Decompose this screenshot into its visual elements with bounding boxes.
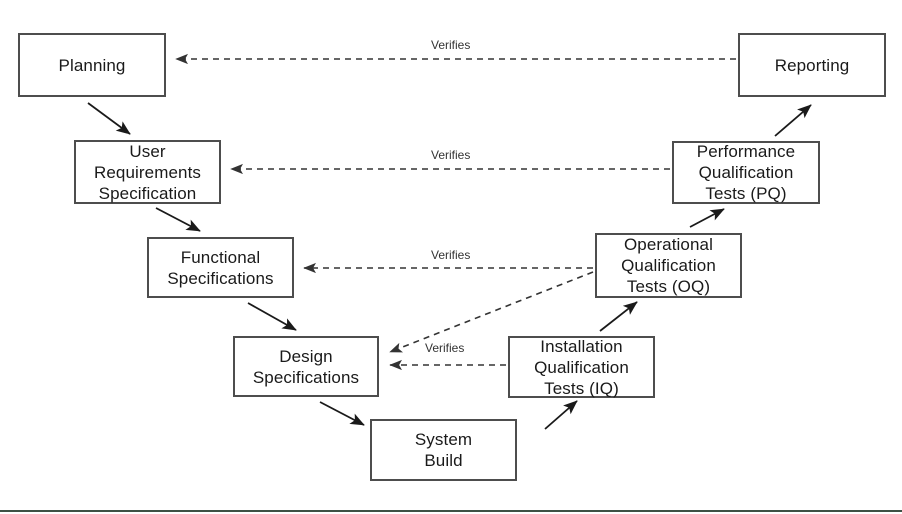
edge-label-verifies-iq-ds: Verifies: [422, 341, 468, 355]
node-performance-qualification-tests[interactable]: Performance Qualification Tests (PQ): [672, 141, 820, 204]
arrow-ds-to-build: [319, 401, 365, 426]
arrow-pq-to-reporting: [774, 104, 812, 137]
node-reporting-label: Reporting: [774, 55, 850, 75]
node-operational-qualification-tests-label: Operational Qualification Tests (OQ): [621, 235, 716, 296]
node-design-specifications[interactable]: Design Specifications: [233, 336, 379, 397]
edge-label-verifies-pq-urs: Verifies: [428, 148, 474, 162]
node-performance-qualification-tests-label: Performance Qualification Tests (PQ): [696, 142, 796, 203]
node-installation-qualification-tests-label: Installation Qualification Tests (IQ): [534, 336, 629, 398]
node-functional-specifications[interactable]: Functional Specifications: [147, 237, 294, 298]
footer-divider: [0, 510, 902, 512]
node-planning[interactable]: Planning: [18, 33, 166, 97]
node-operational-qualification-tests[interactable]: Operational Qualification Tests (OQ): [595, 233, 742, 298]
arrow-fs-to-ds: [247, 302, 297, 331]
node-user-requirements-specification[interactable]: User Requirements Specification: [74, 140, 221, 204]
edge-label-verifies-oq-fs: Verifies: [428, 248, 474, 262]
node-system-build[interactable]: System Build: [370, 419, 517, 481]
node-installation-qualification-tests[interactable]: Installation Qualification Tests (IQ): [508, 336, 655, 398]
node-user-requirements-specification-label: User Requirements Specification: [93, 141, 202, 203]
arrow-urs-to-fs: [155, 207, 201, 232]
arrow-iq-to-oq: [599, 301, 638, 332]
node-planning-label: Planning: [58, 55, 126, 75]
arrow-oq-to-pq: [689, 208, 725, 228]
node-functional-specifications-label: Functional Specifications: [167, 247, 274, 288]
edge-label-verifies-reporting-planning: Verifies: [428, 38, 474, 52]
arrow-planning-to-urs: [87, 102, 131, 135]
node-design-specifications-label: Design Specifications: [252, 346, 360, 387]
v-model-diagram: Planning User Requirements Specification…: [0, 0, 902, 514]
node-reporting[interactable]: Reporting: [738, 33, 886, 97]
dashed-verifies-arrows: [175, 53, 736, 371]
arrow-build-to-iq: [544, 400, 578, 430]
node-system-build-label: System Build: [414, 430, 473, 470]
